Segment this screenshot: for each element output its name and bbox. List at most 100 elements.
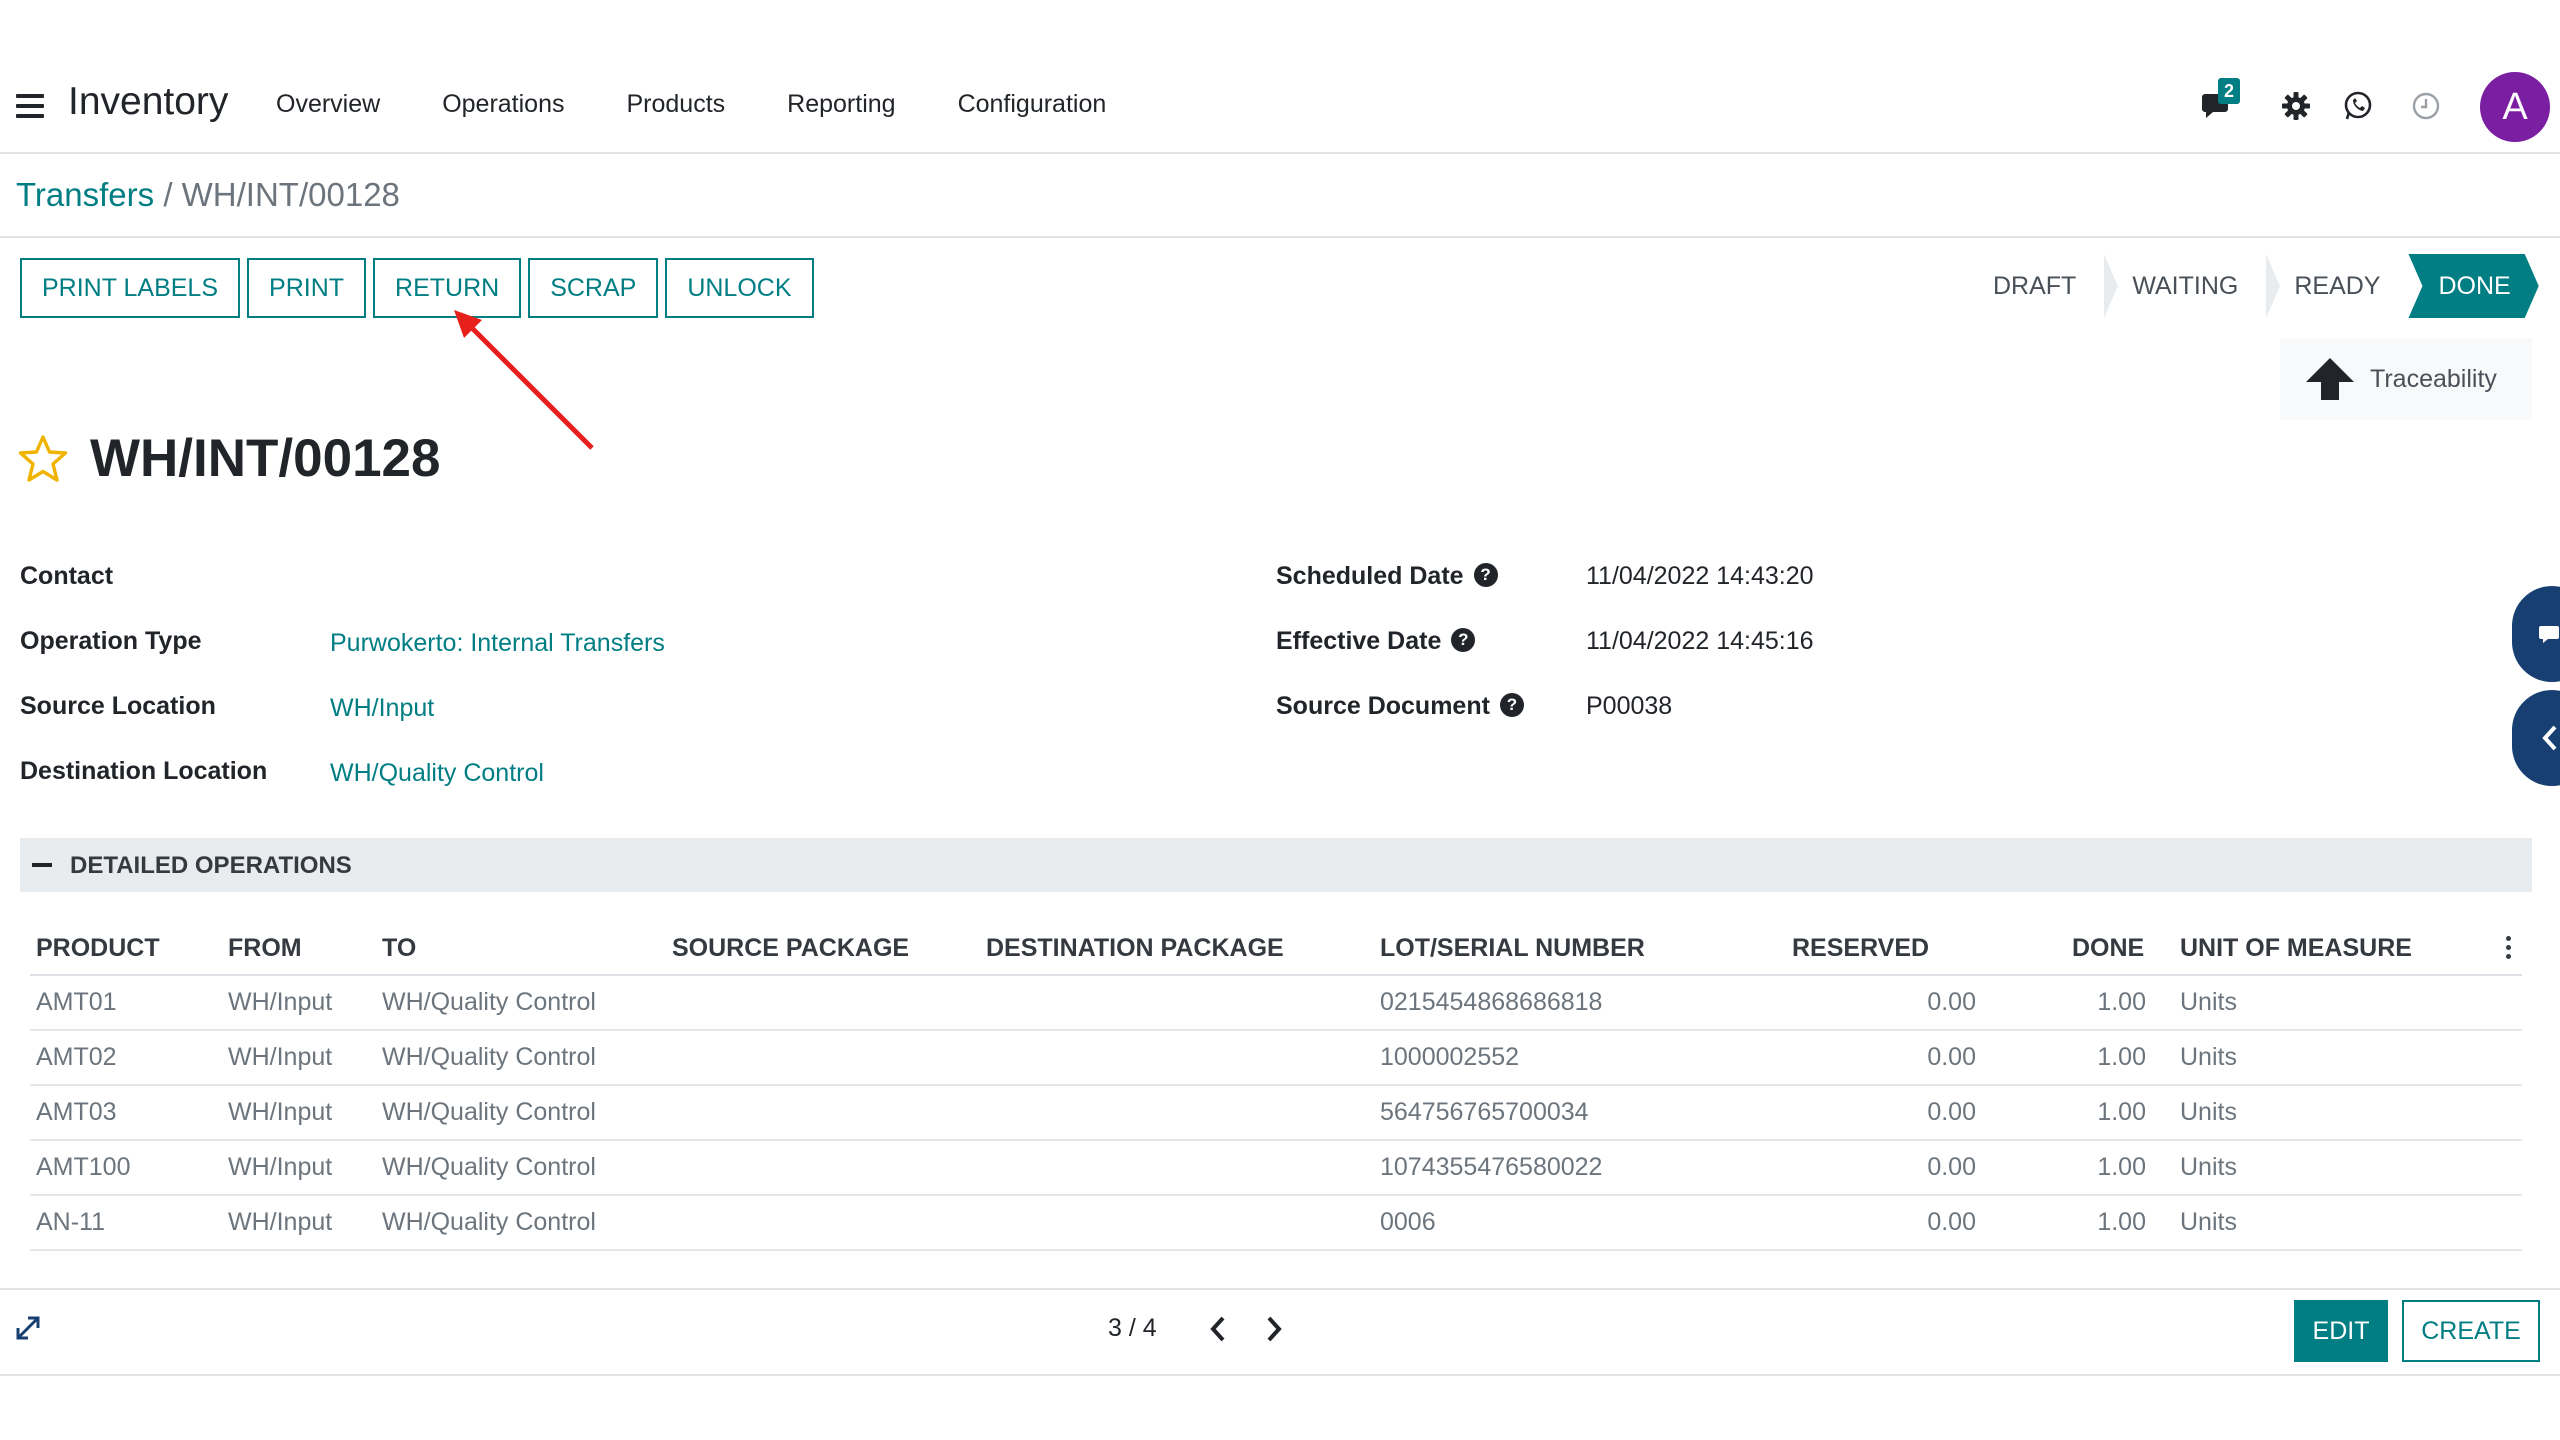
chevron-left-icon	[2542, 725, 2557, 751]
detailed-operations-header[interactable]: DETAILED OPERATIONS	[20, 838, 2532, 892]
chat-badge: 2	[2218, 78, 2240, 104]
edit-button[interactable]: EDIT	[2294, 1300, 2388, 1362]
traceability-label: Traceability	[2370, 364, 2497, 393]
pager-next-icon[interactable]	[1262, 1314, 1286, 1349]
cell-uom: Units	[2180, 1098, 2237, 1126]
column-source-package[interactable]: SOURCE PACKAGE	[672, 934, 909, 963]
help-icon[interactable]: ?	[1451, 628, 1476, 653]
cell-to: WH/Quality Control	[382, 988, 596, 1016]
cell-lot: 564756765700034	[1380, 1098, 1589, 1126]
operation-type-label: Operation Type	[20, 627, 202, 655]
favorite-star-icon[interactable]	[18, 434, 68, 489]
stage-waiting[interactable]: WAITING	[2104, 254, 2281, 318]
cell-done: 1.00	[2097, 1043, 2146, 1071]
help-icon[interactable]: ?	[1473, 563, 1498, 588]
clock-icon[interactable]	[2404, 76, 2448, 136]
column-from[interactable]: FROM	[228, 934, 302, 963]
stage-ready[interactable]: READY	[2266, 254, 2409, 318]
cell-uom: Units	[2180, 1153, 2237, 1181]
source-location-label: Source Location	[20, 692, 216, 720]
column-to[interactable]: TO	[382, 934, 416, 963]
cell-from: WH/Input	[228, 1153, 333, 1181]
operation-type-link[interactable]: Purwokerto: Internal Transfers	[330, 629, 665, 658]
cell-done: 1.00	[2097, 1208, 2146, 1236]
destination-location-label: Destination Location	[20, 757, 268, 785]
action-buttons: PRINT LABELS PRINT RETURN SCRAP UNLOCK	[20, 258, 821, 318]
scheduled-date-label-text: Scheduled Date	[1276, 562, 1464, 590]
gear-icon[interactable]	[2274, 76, 2318, 136]
contact-label: Contact	[20, 562, 114, 590]
column-reserved[interactable]: RESERVED	[1792, 934, 1929, 963]
cell-product: AMT100	[36, 1153, 131, 1181]
cell-to: WH/Quality Control	[382, 1208, 596, 1236]
expand-icon[interactable]	[14, 1314, 42, 1347]
unlock-button[interactable]: UNLOCK	[665, 258, 814, 318]
cell-lot: 0215454868686818	[1380, 988, 1603, 1016]
pager-value[interactable]: 3 / 4	[1108, 1314, 1157, 1343]
menu-operations[interactable]: Operations	[442, 90, 564, 119]
column-lot-serial-number[interactable]: LOT/SERIAL NUMBER	[1380, 934, 1645, 963]
app-name[interactable]: Inventory	[68, 80, 228, 124]
cell-lot: 1000002552	[1380, 1043, 1520, 1071]
record-title: WH/INT/00128	[90, 429, 441, 488]
cell-done: 1.00	[2097, 988, 2146, 1016]
cell-product: AMT02	[36, 1043, 117, 1071]
chatter-toggle-button[interactable]	[2512, 586, 2560, 682]
cell-reserved: 0.00	[1927, 1208, 1976, 1236]
bottom-divider	[0, 1374, 2560, 1376]
traceability-button[interactable]: Traceability	[2280, 338, 2532, 420]
scheduled-date-value: 11/04/2022 14:43:20	[1586, 562, 1814, 590]
table-row[interactable]: AMT03 WH/Input WH/Quality Control 564756…	[30, 1086, 2522, 1141]
print-button[interactable]: PRINT	[247, 258, 367, 318]
table-row[interactable]: AMT01 WH/Input WH/Quality Control 021545…	[30, 976, 2522, 1031]
table-row[interactable]: AN-11 WH/Input WH/Quality Control 0006 0…	[30, 1196, 2522, 1251]
cell-reserved: 0.00	[1927, 988, 1976, 1016]
table-row[interactable]: AMT02 WH/Input WH/Quality Control 100000…	[30, 1031, 2522, 1086]
cell-reserved: 0.00	[1927, 1153, 1976, 1181]
stage-done[interactable]: DONE	[2408, 254, 2538, 318]
cell-uom: Units	[2180, 1208, 2237, 1236]
table-row[interactable]: AMT100 WH/Input WH/Quality Control 10743…	[30, 1141, 2522, 1196]
menu-reporting[interactable]: Reporting	[787, 90, 895, 119]
collapse-panel-button[interactable]	[2512, 690, 2560, 786]
menu-icon[interactable]	[16, 94, 44, 118]
whatsapp-icon[interactable]	[2336, 76, 2380, 136]
column-unit-of-measure[interactable]: UNIT OF MEASURE	[2180, 934, 2412, 963]
cell-from: WH/Input	[228, 1043, 333, 1071]
source-location-link[interactable]: WH/Input	[330, 694, 434, 723]
menu-overview[interactable]: Overview	[276, 90, 380, 119]
stage-draft[interactable]: DRAFT	[1965, 254, 2119, 318]
breadcrumb-current: WH/INT/00128	[181, 176, 400, 213]
column-options-icon[interactable]	[2506, 936, 2512, 963]
cell-to: WH/Quality Control	[382, 1043, 596, 1071]
annotation-arrow-icon	[454, 310, 594, 450]
create-button[interactable]: CREATE	[2402, 1300, 2540, 1362]
top-navbar: Inventory Overview Operations Products R…	[0, 58, 2560, 154]
cell-product: AN-11	[36, 1208, 106, 1236]
cell-product: AMT03	[36, 1098, 117, 1126]
menu-configuration[interactable]: Configuration	[958, 90, 1107, 119]
source-document-label-text: Source Document	[1276, 692, 1490, 720]
menu-products[interactable]: Products	[626, 90, 725, 119]
breadcrumb-transfers[interactable]: Transfers	[16, 176, 154, 213]
cell-from: WH/Input	[228, 1208, 333, 1236]
table-header: PRODUCT FROM TO SOURCE PACKAGE DESTINATI…	[30, 918, 2522, 976]
cell-done: 1.00	[2097, 1153, 2146, 1181]
breadcrumb-separator: /	[163, 176, 173, 213]
cell-from: WH/Input	[228, 1098, 333, 1126]
avatar[interactable]: A	[2480, 72, 2550, 142]
cell-to: WH/Quality Control	[382, 1098, 596, 1126]
cell-reserved: 0.00	[1927, 1098, 1976, 1126]
column-destination-package[interactable]: DESTINATION PACKAGE	[986, 934, 1284, 963]
effective-date-value: 11/04/2022 14:45:16	[1586, 627, 1814, 655]
pager-previous-icon[interactable]	[1206, 1314, 1230, 1349]
column-done[interactable]: DONE	[2072, 934, 2144, 963]
column-product[interactable]: PRODUCT	[36, 934, 160, 963]
destination-location-link[interactable]: WH/Quality Control	[330, 759, 544, 788]
effective-date-label: Effective Date?	[1276, 627, 1476, 656]
cell-lot: 1074355476580022	[1380, 1153, 1603, 1181]
help-icon[interactable]: ?	[1499, 693, 1524, 718]
print-labels-button[interactable]: PRINT LABELS	[20, 258, 241, 318]
section-title: DETAILED OPERATIONS	[70, 852, 352, 879]
cell-from: WH/Input	[228, 988, 333, 1016]
